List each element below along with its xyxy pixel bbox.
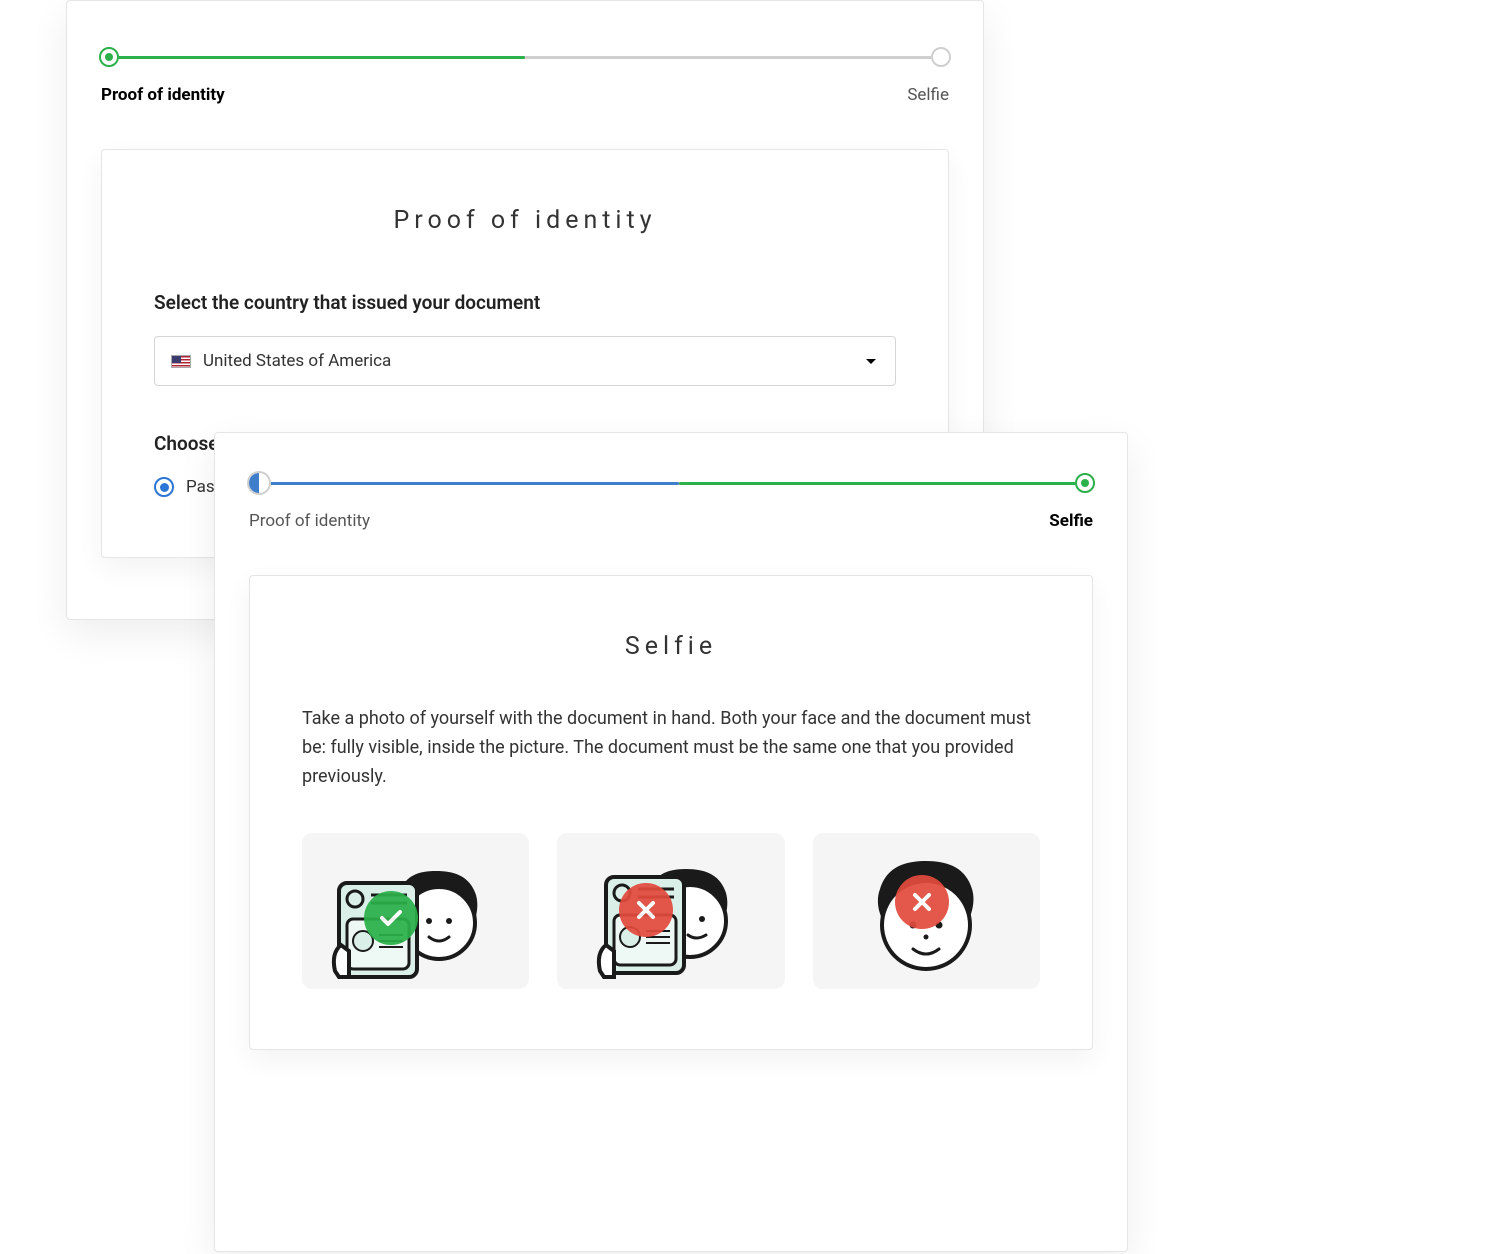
progress-label-step1: Proof of identity: [249, 511, 370, 531]
progress-labels: Proof of identity Selfie: [101, 85, 949, 105]
progress-node-1: [99, 47, 119, 67]
country-value: United States of America: [203, 351, 391, 371]
card-title: Selfie: [302, 632, 1040, 661]
progress-bar: [101, 47, 949, 67]
progress-node-1: [247, 471, 271, 495]
x-icon: [895, 875, 949, 929]
progress-label-step2: Selfie: [907, 85, 949, 105]
progress-fill: [101, 56, 525, 59]
progress-node-2: [931, 47, 951, 67]
example-row: [302, 833, 1040, 989]
us-flag-icon: [171, 355, 191, 368]
chevron-down-icon: [865, 351, 877, 371]
progress-node-2: [1075, 473, 1095, 493]
selfie-card: Selfie Take a photo of yourself with the…: [249, 575, 1093, 1050]
country-select[interactable]: United States of America: [154, 336, 896, 386]
progress-label-step1: Proof of identity: [101, 85, 225, 105]
radio-icon: [154, 477, 174, 497]
example-bad-no-doc: [813, 833, 1040, 989]
progress-bar: [249, 473, 1093, 493]
example-good: [302, 833, 529, 989]
progress-label-step2: Selfie: [1049, 511, 1093, 531]
card-title: Proof of identity: [154, 206, 896, 235]
check-icon: [364, 891, 418, 945]
example-bad-covered: [557, 833, 784, 989]
selfie-instructions: Take a photo of yourself with the docume…: [302, 705, 1040, 791]
progress-labels: Proof of identity Selfie: [249, 511, 1093, 531]
progress-fill-seg1: [249, 482, 679, 485]
country-label: Select the country that issued your docu…: [154, 291, 896, 314]
panel-selfie: Proof of identity Selfie Selfie Take a p…: [214, 432, 1128, 1252]
progress-fill-seg2: [679, 482, 1093, 485]
